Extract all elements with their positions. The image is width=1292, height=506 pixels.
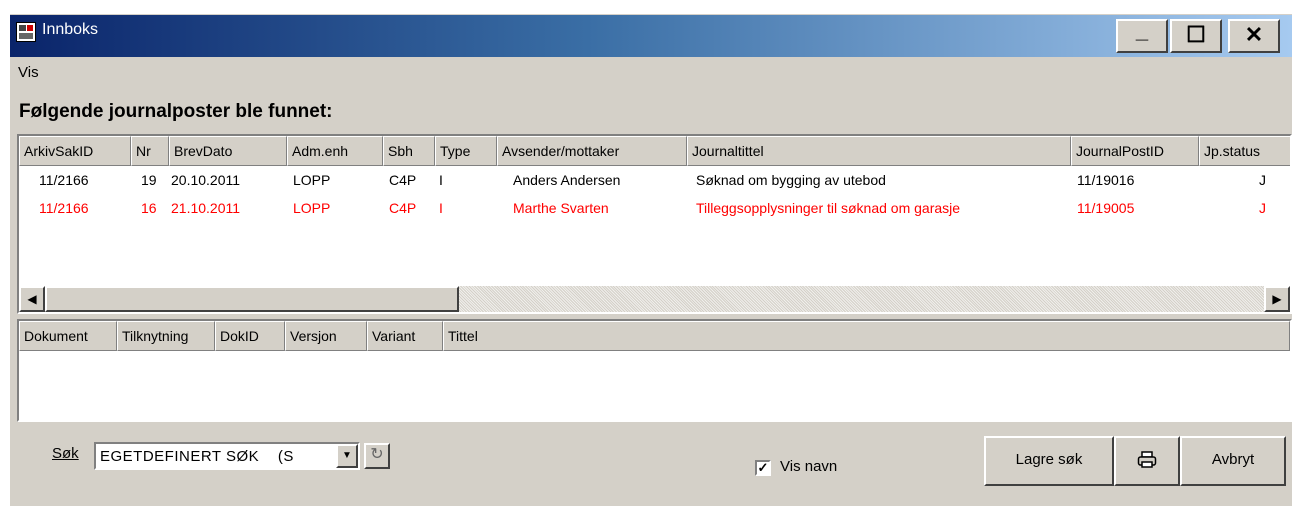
window-title: Innboks xyxy=(42,21,99,38)
cell-journaltittel: Tilleggsopplysninger til søknad om garas… xyxy=(696,200,961,216)
cell-journalpostid: 11/19005 xyxy=(1077,200,1135,216)
column-header-brevdato[interactable]: BrevDato xyxy=(169,136,287,166)
cell-sbh: C4P xyxy=(389,200,417,216)
cancel-label: Avbryt xyxy=(1211,451,1255,468)
menu-bar: Vis xyxy=(10,57,1292,89)
dropdown-button[interactable]: ▼ xyxy=(336,444,358,468)
printer-icon xyxy=(1137,451,1157,468)
horizontal-scrollbar[interactable]: ◀ ▶ xyxy=(19,286,1290,312)
cell-nr: 16 xyxy=(141,200,157,216)
arrow-left-icon: ◀ xyxy=(27,292,37,306)
search-select[interactable]: EGETDEFINERT SØK (S ▼ xyxy=(94,442,360,470)
cell-brevdato: 21.10.2011 xyxy=(171,200,241,216)
checkmark-icon: ✓ xyxy=(757,460,769,475)
close-button[interactable]: ✕ xyxy=(1228,19,1280,53)
cell-type: I xyxy=(439,200,443,216)
print-button[interactable] xyxy=(1114,436,1180,486)
cell-journalpostid: 11/19016 xyxy=(1077,172,1135,188)
arrow-right-icon: ▶ xyxy=(1272,292,1282,306)
title-bar[interactable]: Innboks _ ☐ ✕ xyxy=(10,14,1292,57)
save-search-label: Lagre søk xyxy=(1015,451,1083,468)
column-header-sbh[interactable]: Sbh xyxy=(383,136,435,166)
column-header-arkivsakid[interactable]: ArkivSakID xyxy=(19,136,131,166)
column-header-tilknytning[interactable]: Tilknytning xyxy=(117,321,215,351)
column-header-jpstatus[interactable]: Jp.status xyxy=(1199,136,1290,166)
column-header-nr[interactable]: Nr xyxy=(131,136,169,166)
cell-sbh: C4P xyxy=(389,172,417,188)
minimize-button[interactable]: _ xyxy=(1116,18,1168,53)
cancel-button[interactable]: Avbryt xyxy=(1180,436,1286,486)
vis-navn-label: Vis navn xyxy=(780,458,838,475)
cell-avsender: Anders Andersen xyxy=(513,172,621,188)
column-header-versjon[interactable]: Versjon xyxy=(285,321,367,351)
minimize-icon: _ xyxy=(1135,18,1149,43)
cell-type: I xyxy=(439,172,443,188)
maximize-icon: ☐ xyxy=(1186,22,1206,47)
scroll-left-button[interactable]: ◀ xyxy=(19,286,45,312)
column-header-dokid[interactable]: DokID xyxy=(215,321,285,351)
results-heading: Følgende journalposter ble funnet: xyxy=(19,101,333,122)
column-header-type[interactable]: Type xyxy=(435,136,497,166)
refresh-icon: ↻ xyxy=(370,446,384,463)
search-label-text: Søk xyxy=(52,445,79,462)
search-value-suffix: (S xyxy=(277,448,294,465)
column-header-dokument[interactable]: Dokument xyxy=(19,321,117,351)
menu-item-vis[interactable]: Vis xyxy=(18,64,39,81)
scroll-thumb[interactable] xyxy=(45,286,459,312)
column-header-journalpostid[interactable]: JournalPostID xyxy=(1071,136,1199,166)
innboks-window: Innboks _ ☐ ✕ Vis Følgende journalposter… xyxy=(10,14,1292,506)
column-header-avsender[interactable]: Avsender/mottaker xyxy=(497,136,687,166)
cell-admenh: LOPP xyxy=(293,200,331,216)
search-select-value: EGETDEFINERT SØK (S xyxy=(100,448,294,465)
cell-journaltittel: Søknad om bygging av utebod xyxy=(696,172,886,188)
cell-jpstatus: J xyxy=(1259,200,1266,216)
vis-navn-checkbox[interactable]: ✓ xyxy=(755,460,771,476)
cell-brevdato: 20.10.2011 xyxy=(171,172,241,188)
cell-arkivsakid: 11/2166 xyxy=(39,200,89,216)
column-header-variant[interactable]: Variant xyxy=(367,321,443,351)
close-icon: ✕ xyxy=(1244,22,1264,47)
search-label: Søk xyxy=(52,445,79,462)
cell-jpstatus: J xyxy=(1259,172,1266,188)
cell-nr: 19 xyxy=(141,172,157,188)
cell-avsender: Marthe Svarten xyxy=(513,200,609,216)
cell-arkivsakid: 11/2166 xyxy=(39,172,89,188)
column-header-tittel[interactable]: Tittel xyxy=(443,321,1290,351)
column-header-admenh[interactable]: Adm.enh xyxy=(287,136,383,166)
journal-list[interactable]: ArkivSakID Nr BrevDato Adm.enh Sbh Type … xyxy=(17,134,1292,314)
document-list[interactable]: Dokument Tilknytning DokID Versjon Varia… xyxy=(17,319,1292,422)
app-icon xyxy=(16,22,36,42)
table-row[interactable]: 11/2166 19 20.10.2011 LOPP C4P I Anders … xyxy=(19,166,1290,194)
table-row[interactable]: 11/2166 16 21.10.2011 LOPP C4P I Marthe … xyxy=(19,194,1290,222)
cell-admenh: LOPP xyxy=(293,172,331,188)
maximize-button[interactable]: ☐ xyxy=(1170,19,1222,53)
chevron-down-icon: ▼ xyxy=(342,450,352,461)
search-value-text: EGETDEFINERT SØK xyxy=(100,448,260,465)
save-search-button[interactable]: Lagre søk xyxy=(984,436,1114,486)
refresh-button[interactable]: ↻ xyxy=(364,443,390,469)
column-header-journaltittel[interactable]: Journaltittel xyxy=(687,136,1071,166)
scroll-right-button[interactable]: ▶ xyxy=(1264,286,1290,312)
